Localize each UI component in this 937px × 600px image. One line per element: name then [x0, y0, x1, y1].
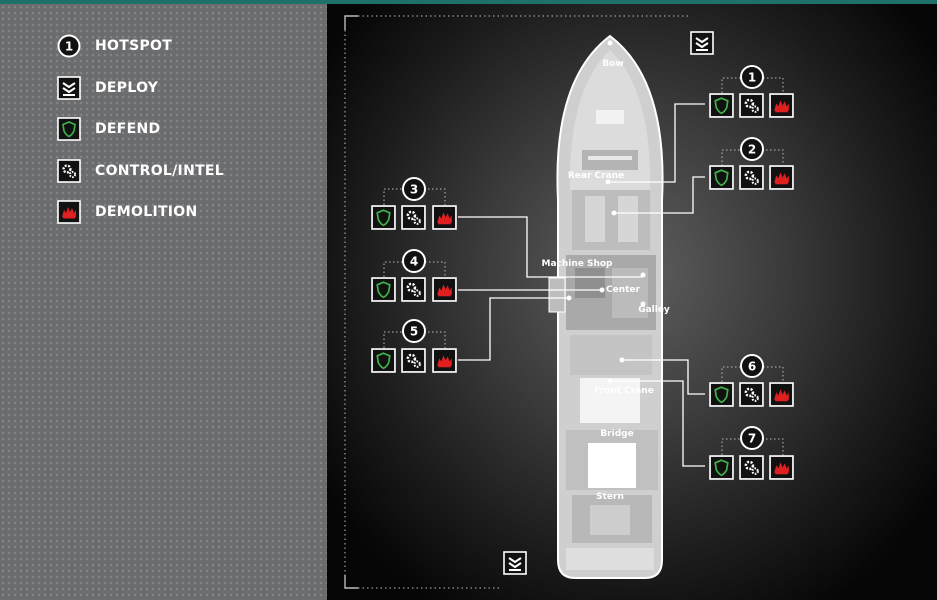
- svg-text:1: 1: [65, 40, 73, 54]
- legend-item-demolition: DEMOLITION: [57, 199, 198, 225]
- defend-icon[interactable]: [371, 277, 396, 302]
- control-intel-icon: [57, 159, 81, 183]
- legend-label-defend: DEFEND: [95, 121, 161, 137]
- control-intel-icon[interactable]: [739, 382, 764, 407]
- control-intel-icon[interactable]: [739, 455, 764, 480]
- hotspot-number: 7: [748, 432, 756, 446]
- hotspot-group-4: 4: [371, 249, 457, 302]
- legend-label-deploy: DEPLOY: [95, 80, 159, 96]
- hotspot-group-7: 7: [709, 426, 794, 480]
- legend-label-demolition: DEMOLITION: [95, 204, 198, 220]
- control-intel-icon[interactable]: [739, 165, 764, 190]
- hotspot-group-2: 2: [709, 137, 794, 190]
- defend-icon[interactable]: [709, 93, 734, 118]
- hotspot-group-1: 1: [709, 65, 794, 118]
- hotspot-number: 3: [410, 183, 418, 197]
- hotspot-number: 1: [748, 71, 756, 85]
- hotspot-number: 6: [748, 360, 756, 374]
- legend-panel: 1 HOTSPOT DEPLOY DEFEND CONTROL/INTEL DE…: [0, 4, 327, 600]
- control-intel-icon[interactable]: [401, 205, 426, 230]
- deploy-icon: [57, 76, 81, 100]
- demolition-icon[interactable]: [432, 205, 457, 230]
- demolition-icon[interactable]: [769, 382, 794, 407]
- legend-item-hotspot: 1 HOTSPOT: [57, 33, 172, 59]
- deploy-icon-stern[interactable]: [503, 551, 527, 575]
- deploy-icon-bow[interactable]: [690, 31, 714, 55]
- defend-icon[interactable]: [371, 205, 396, 230]
- defend-icon: [57, 117, 81, 141]
- ship-label-bridge: Bridge: [600, 429, 633, 439]
- demolition-icon[interactable]: [432, 348, 457, 373]
- ship-label-stern: Stern: [596, 492, 624, 502]
- demolition-icon[interactable]: [769, 165, 794, 190]
- demolition-icon[interactable]: [769, 93, 794, 118]
- defend-icon[interactable]: [371, 348, 396, 373]
- legend-label-hotspot: HOTSPOT: [95, 38, 173, 54]
- marker-bow: [607, 40, 613, 46]
- hotspot-number: 2: [748, 143, 756, 157]
- legend-item-control-intel: CONTROL/INTEL: [57, 158, 224, 184]
- control-intel-icon[interactable]: [401, 277, 426, 302]
- defend-icon[interactable]: [709, 455, 734, 480]
- control-intel-icon[interactable]: [401, 348, 426, 373]
- hotspot-group-5: 5: [371, 319, 457, 373]
- hotspot-icon: 1: [57, 34, 81, 58]
- defend-icon[interactable]: [709, 165, 734, 190]
- demolition-icon: [57, 200, 81, 224]
- marker-galley: [640, 301, 646, 307]
- ship-label-front-crane: Front Crane: [594, 386, 654, 396]
- legend-item-defend: DEFEND: [57, 116, 160, 142]
- demolition-icon[interactable]: [432, 277, 457, 302]
- ship-label-rear-crane: Rear Crane: [568, 171, 624, 181]
- hotspot-number: 5: [410, 325, 418, 339]
- ship-map-panel: Bow Rear Crane Machine Shop Center Galle…: [327, 4, 937, 600]
- hotspot-number: 4: [410, 255, 418, 269]
- demolition-icon[interactable]: [769, 455, 794, 480]
- hotspot-group-6: 6: [709, 354, 794, 407]
- legend-label-control-intel: CONTROL/INTEL: [95, 163, 225, 179]
- legend-item-deploy: DEPLOY: [57, 75, 158, 101]
- hotspot-group-3: 3: [371, 177, 457, 230]
- defend-icon[interactable]: [709, 382, 734, 407]
- ship-label-machine-shop: Machine Shop: [541, 259, 613, 269]
- ship-label-bow: Bow: [602, 59, 623, 69]
- control-intel-icon[interactable]: [739, 93, 764, 118]
- ship-map: Bow Rear Crane Machine Shop Center Galle…: [344, 15, 794, 589]
- ship-label-center: Center: [606, 285, 641, 295]
- ship-label-galley: Galley: [638, 305, 670, 315]
